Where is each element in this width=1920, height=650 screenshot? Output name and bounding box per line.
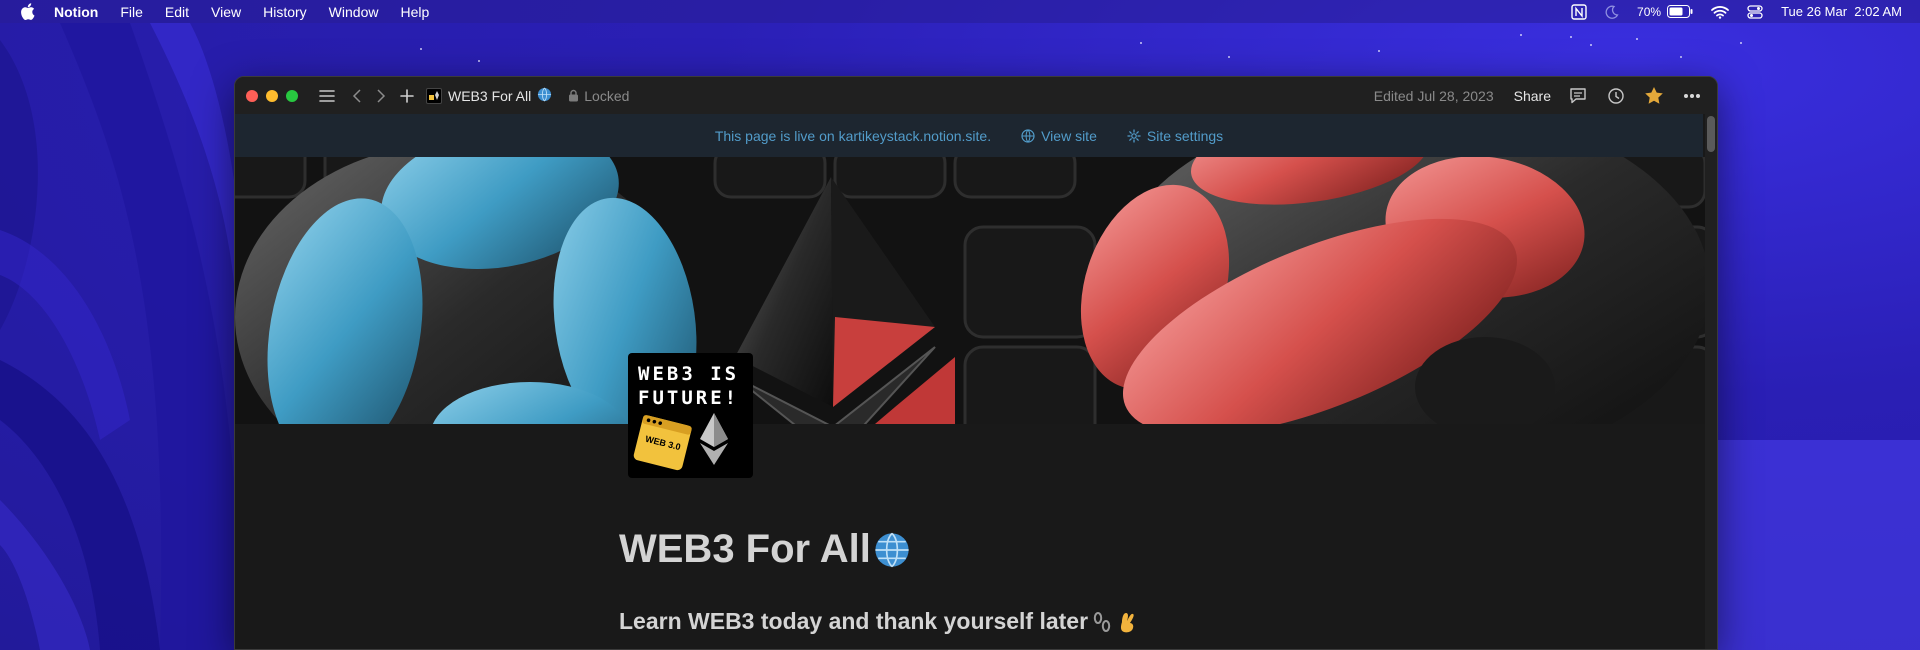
star <box>1520 34 1522 36</box>
page-title[interactable]: WEB3 For All <box>619 527 911 572</box>
window-scrollbar[interactable] <box>1705 114 1717 649</box>
menubar-clock[interactable]: Tue 26 Mar 2:02 AM <box>1781 4 1902 19</box>
traffic-lights <box>246 89 298 102</box>
scrollbar-thumb[interactable] <box>1707 116 1715 152</box>
page-cover-image[interactable] <box>235 157 1707 424</box>
menubar-status-area: 70% Tue 26 Mar 2:02 AM <box>1571 0 1902 23</box>
globe-emoji-icon <box>537 87 552 105</box>
page-crumb-icon <box>426 87 442 104</box>
page-icon-web3-is-future[interactable]: WEB3 IS FUTURE! WEB 3.0 <box>628 353 753 478</box>
star <box>1680 56 1682 58</box>
battery-icon <box>1667 5 1693 18</box>
close-window-button[interactable] <box>246 89 258 102</box>
battery-percent: 70% <box>1637 4 1662 19</box>
view-site-link[interactable]: View site <box>1021 128 1097 144</box>
new-page-plus-icon[interactable] <box>396 84 418 108</box>
gear-icon <box>1127 128 1141 143</box>
forward-arrow-icon[interactable] <box>370 84 392 108</box>
menu-app-name[interactable]: Notion <box>54 4 98 20</box>
edited-timestamp: Edited Jul 28, 2023 <box>1373 87 1494 104</box>
page-title-text: WEB3 For All <box>619 527 871 571</box>
apple-icon[interactable] <box>20 3 36 21</box>
menu-file[interactable]: File <box>120 4 143 20</box>
moon-icon[interactable] <box>1605 5 1619 19</box>
star <box>1570 36 1572 38</box>
locked-label: Locked <box>584 87 630 104</box>
menu-bar: Notion File Edit View History Window Hel… <box>0 0 1920 23</box>
back-arrow-icon[interactable] <box>346 84 368 108</box>
menu-help[interactable]: Help <box>400 4 429 20</box>
star <box>478 60 480 62</box>
menu-edit[interactable]: Edit <box>165 4 189 20</box>
minimize-window-button[interactable] <box>266 89 278 102</box>
menu-view[interactable]: View <box>211 4 241 20</box>
star <box>1590 44 1592 46</box>
globe-icon <box>1021 128 1035 143</box>
favorite-star-icon[interactable] <box>1643 84 1665 108</box>
page-subtitle-text: Learn WEB3 today and thank yourself late… <box>619 608 1089 634</box>
banner-live-text: This page is live on kartikeystack.notio… <box>714 127 992 144</box>
battery-status[interactable]: 70% <box>1637 5 1693 19</box>
share-button[interactable]: Share <box>1514 88 1551 104</box>
published-site-banner: This page is live on kartikeystack.notio… <box>235 114 1703 157</box>
sidebar-toggle-icon[interactable] <box>316 84 338 108</box>
menu-window[interactable]: Window <box>329 4 379 20</box>
globe-emoji-icon <box>875 532 909 567</box>
star <box>1140 42 1142 44</box>
menu-history[interactable]: History <box>263 4 307 20</box>
web3-browser-eth-icon <box>633 413 728 471</box>
chain-link-emoji-icon <box>1093 611 1111 632</box>
star <box>420 48 422 50</box>
star <box>1740 42 1742 44</box>
site-settings-link[interactable]: Site settings <box>1127 128 1223 144</box>
view-site-label: View site <box>1041 127 1097 144</box>
star <box>1378 50 1380 52</box>
page-heading-learn-web3[interactable]: Learn WEB3 today and thank yourself late… <box>619 608 1138 635</box>
control-center-icon[interactable] <box>1747 4 1763 20</box>
comments-icon[interactable] <box>1567 84 1589 108</box>
notion-menubar-icon[interactable] <box>1571 3 1587 20</box>
titlebar-actions: Edited Jul 28, 2023 Share <box>1374 77 1703 114</box>
star <box>1228 56 1230 58</box>
wifi-icon[interactable] <box>1711 5 1729 19</box>
star <box>1636 38 1638 40</box>
notion-window: WEB3 For All Locked Edited Jul 28, 2023 … <box>234 76 1718 650</box>
lock-icon <box>569 89 579 102</box>
site-settings-label: Site settings <box>1146 127 1224 144</box>
zoom-window-button[interactable] <box>286 89 298 102</box>
crossed-fingers-emoji-icon <box>1121 612 1134 632</box>
more-options-icon[interactable] <box>1681 84 1703 108</box>
locked-indicator[interactable]: Locked <box>568 88 629 104</box>
crypto-3d-cover-art <box>235 157 1707 424</box>
window-titlebar: WEB3 For All Locked Edited Jul 28, 2023 … <box>235 77 1717 114</box>
history-clock-icon[interactable] <box>1605 84 1627 108</box>
page-crumb-title: WEB3 For All <box>448 87 532 104</box>
page-breadcrumb[interactable]: WEB3 For All <box>426 87 552 105</box>
